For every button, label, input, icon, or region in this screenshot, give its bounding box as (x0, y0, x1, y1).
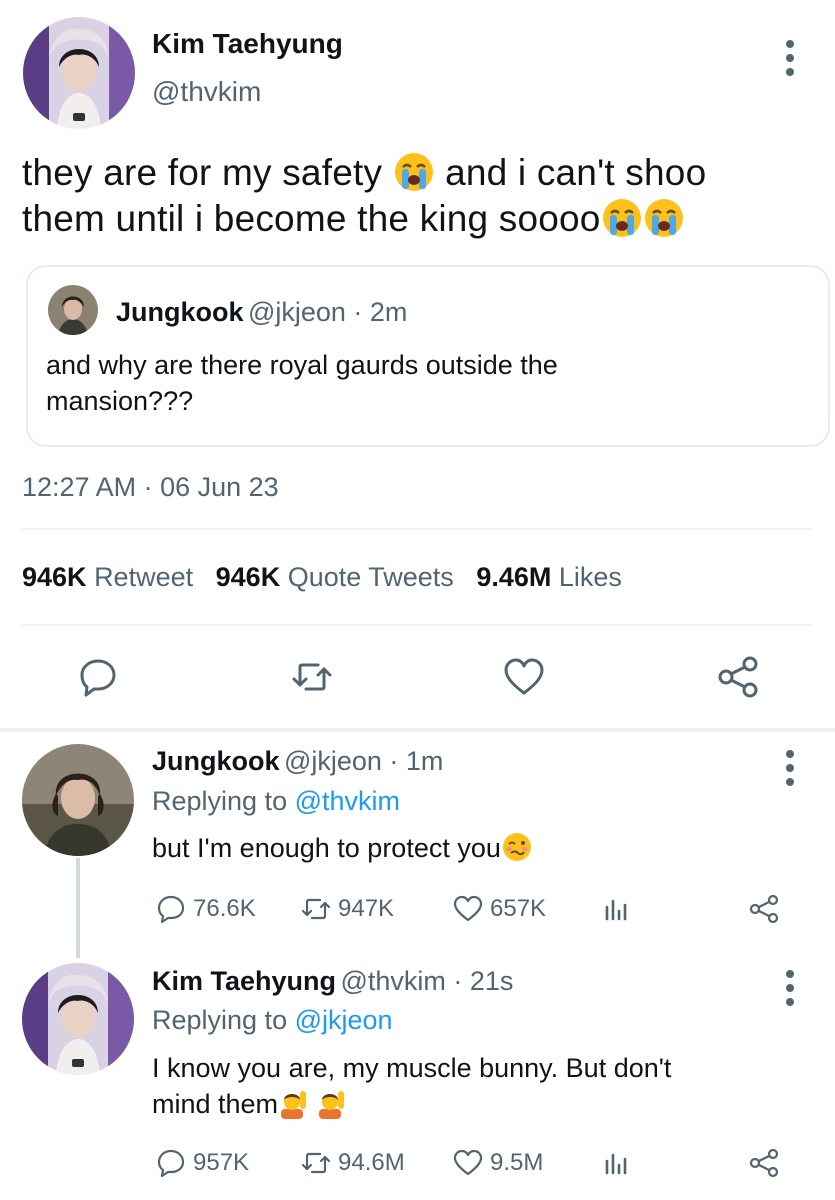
loudly-crying-face-emoji-icon (643, 197, 685, 239)
reply-analytics-action[interactable] (600, 1147, 632, 1179)
thread-line (76, 858, 80, 958)
quote-text-line1: and why are there royal gaurds outside t… (46, 350, 558, 380)
avatar-jungkook-image (22, 744, 134, 856)
reply-avatar[interactable] (22, 744, 134, 856)
quoted-tweet-card[interactable]: Jungkook @jkjeon · 2m and why are there … (26, 265, 830, 447)
reply-text-line1: I know you are, my muscle bunny. But don… (152, 1053, 672, 1083)
section-separator (0, 728, 835, 732)
reply-author-name[interactable]: Jungkook (152, 746, 280, 776)
analytics-icon (605, 1153, 627, 1175)
replying-to-link[interactable]: @jkjeon (295, 1005, 393, 1035)
retweet-count: 947K (338, 895, 395, 922)
divider (22, 624, 812, 626)
reply-text-body: but I'm enough to protect you (152, 833, 501, 863)
replying-to: Replying to @thvkim (152, 786, 400, 817)
retweets-label: Retweet (94, 562, 194, 592)
share-icon[interactable] (716, 655, 760, 699)
reply-icon[interactable] (76, 655, 120, 699)
retweet-count: 94.6M (338, 1149, 405, 1176)
quote-avatar (48, 285, 98, 335)
tweet-text-line1: they are for my safety (22, 152, 393, 193)
heart-icon (453, 895, 483, 922)
reply-text-line2: mind them (152, 1089, 279, 1119)
replying-to: Replying to @jkjeon (152, 1005, 393, 1036)
retweets-count: 946K (22, 562, 87, 592)
tweet-text-line2: them until i become the king soooo (22, 198, 601, 239)
replying-to-prefix: Replying to (152, 1005, 295, 1035)
quotes-label: Quote Tweets (287, 562, 454, 592)
comment-count: 957K (193, 1149, 250, 1176)
comment-count: 76.6K (193, 895, 256, 922)
avatar-taehyung-image (22, 963, 134, 1075)
loudly-crying-face-emoji-icon (601, 197, 643, 239)
reply-share-action[interactable] (748, 893, 780, 925)
like-count: 657K (490, 895, 547, 922)
replying-to-link[interactable]: @thvkim (295, 786, 400, 816)
reply-like-action[interactable]: 657K (452, 893, 546, 925)
quote-text: and why are there royal gaurds outside t… (46, 347, 806, 419)
reply-text: I know you are, my muscle bunny. But don… (152, 1050, 792, 1122)
likes-stat[interactable]: 9.46M Likes (476, 562, 622, 592)
author-avatar[interactable] (23, 17, 135, 129)
reply-comment-action[interactable]: 957K (155, 1147, 249, 1179)
more-options-icon[interactable] (783, 970, 797, 1006)
comment-icon (157, 1149, 185, 1178)
divider (22, 528, 812, 530)
retweet-icon (301, 898, 331, 920)
reply-author-name[interactable]: Kim Taehyung (152, 966, 336, 996)
share-icon (749, 1148, 779, 1178)
more-options-icon[interactable] (783, 750, 797, 786)
reply-author-meta: @jkjeon · 1m (283, 746, 444, 776)
like-count: 9.5M (490, 1149, 544, 1176)
avatar-taehyung-image (23, 17, 135, 129)
reply-retweet-action[interactable]: 947K (300, 893, 394, 925)
analytics-icon (605, 899, 627, 921)
reply-text: but I'm enough to protect you (152, 830, 533, 866)
person-raising-hand-emoji-icon (316, 1087, 348, 1119)
quote-text-line2: mansion??? (46, 386, 194, 416)
reply-author-meta: @thvkim · 21s (340, 966, 514, 996)
avatar-jungkook-image (48, 285, 98, 335)
tweet-text-line1b: and i can't shoo (434, 152, 707, 193)
quote-author-meta: @jkjeon · 2m (247, 297, 408, 327)
share-icon (749, 894, 779, 924)
reply-avatar[interactable] (22, 963, 134, 1075)
reply-retweet-action[interactable]: 94.6M (300, 1147, 405, 1179)
quote-header: Jungkook @jkjeon · 2m (116, 297, 407, 328)
retweet-icon[interactable] (290, 655, 334, 699)
comment-icon (157, 895, 185, 924)
author-handle[interactable]: @thvkim (152, 76, 261, 108)
quote-author-name: Jungkook (116, 297, 244, 327)
reply-share-action[interactable] (748, 1147, 780, 1179)
tweet-text: they are for my safety and i can't shoo … (22, 150, 822, 242)
retweet-icon (301, 1152, 331, 1174)
reply-comment-action[interactable]: 76.6K (155, 893, 256, 925)
reply-like-action[interactable]: 9.5M (452, 1147, 543, 1179)
like-heart-icon[interactable] (502, 655, 546, 699)
reply-header: Kim Taehyung @thvkim · 21s (152, 966, 513, 997)
retweets-stat[interactable]: 946K Retweet (22, 562, 193, 592)
woozy-face-emoji-icon (501, 831, 533, 863)
tweet-timestamp[interactable]: 12:27 AM · 06 Jun 23 (22, 472, 279, 503)
reply-header: Jungkook @jkjeon · 1m (152, 746, 443, 777)
tweet-stats: 946K Retweet 946K Quote Tweets 9.46M Lik… (22, 562, 622, 593)
quotes-stat[interactable]: 946K Quote Tweets (216, 562, 454, 592)
heart-icon (453, 1149, 483, 1176)
loudly-crying-face-emoji-icon (393, 151, 435, 193)
likes-count: 9.46M (476, 562, 552, 592)
replying-to-prefix: Replying to (152, 786, 295, 816)
likes-label: Likes (558, 562, 622, 592)
quotes-count: 946K (215, 562, 281, 592)
author-name[interactable]: Kim Taehyung (152, 28, 343, 60)
more-options-icon[interactable] (783, 40, 797, 76)
reply-analytics-action[interactable] (600, 893, 632, 925)
person-raising-hand-emoji-icon (278, 1087, 310, 1119)
